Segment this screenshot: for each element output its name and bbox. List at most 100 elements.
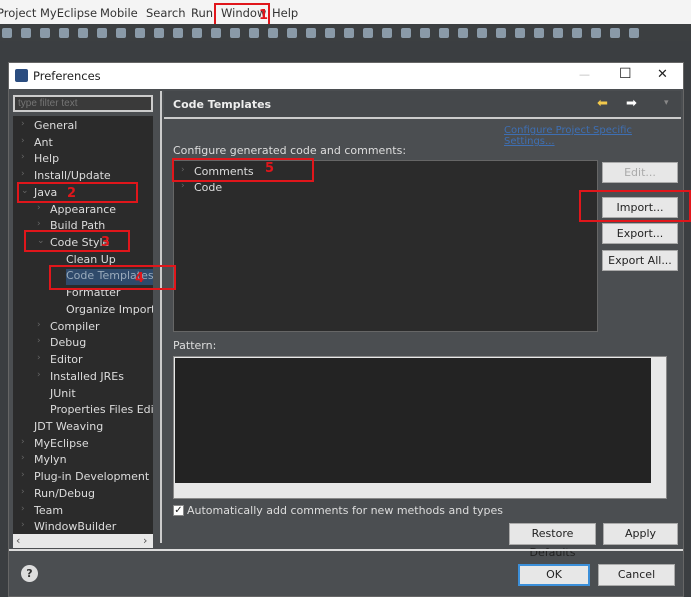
expand-icon[interactable]: › [21, 136, 25, 146]
toolbar-icon[interactable] [420, 27, 430, 38]
menu-myeclipse[interactable]: MyEclipse [40, 6, 97, 20]
edit-button[interactable]: Edit... [602, 162, 678, 183]
back-arrow-icon[interactable]: ⬅ [597, 96, 608, 111]
toolbar-icon[interactable] [173, 27, 183, 38]
toolbar-icon[interactable] [97, 27, 107, 38]
tree-item-properties-files-editor[interactable]: Properties Files Editor [50, 403, 153, 419]
expand-icon[interactable]: › [37, 370, 41, 380]
toolbar-icon[interactable] [116, 27, 126, 38]
pattern-viewer[interactable] [173, 356, 667, 499]
close-button[interactable]: ✕ [657, 67, 668, 82]
toolbar-icon[interactable] [515, 27, 525, 38]
menu-project[interactable]: Project [0, 6, 36, 20]
filter-input[interactable] [13, 95, 153, 112]
template-item-code[interactable]: › Code [181, 181, 222, 197]
tree-item-label: JDT Weaving [34, 419, 104, 433]
expand-icon[interactable]: › [21, 453, 25, 463]
expand-icon[interactable]: › [181, 181, 185, 191]
toolbar-icon[interactable] [230, 27, 240, 38]
scroll-right-icon[interactable]: › [143, 534, 147, 547]
tree-item-jdt-weaving[interactable]: JDT Weaving [34, 420, 103, 436]
tree-horizontal-scrollbar[interactable]: ‹ › [13, 534, 153, 548]
expand-icon[interactable]: › [21, 169, 25, 179]
toolbar-icon[interactable] [2, 27, 12, 38]
help-icon[interactable]: ? [21, 565, 38, 582]
expand-icon[interactable]: › [37, 219, 41, 229]
toolbar-icon[interactable] [591, 27, 601, 38]
tree-item-help[interactable]: › Help [21, 152, 59, 168]
expand-icon[interactable]: › [37, 203, 41, 213]
expand-icon[interactable]: › [37, 336, 41, 346]
ok-button[interactable]: OK [518, 564, 590, 586]
toolbar-icon[interactable] [572, 27, 582, 38]
toolbar-icon[interactable] [325, 27, 335, 38]
toolbar-icon[interactable] [534, 27, 544, 38]
view-menu-icon[interactable]: ▾ [664, 98, 669, 108]
expand-icon[interactable]: › [21, 437, 25, 447]
expand-icon[interactable]: › [21, 504, 25, 514]
expand-icon[interactable]: › [37, 320, 41, 330]
toolbar-icon[interactable] [154, 27, 164, 38]
tree-item-organize-imports[interactable]: Organize Imports [66, 303, 153, 319]
toolbar-icon[interactable] [192, 27, 202, 38]
restore-defaults-button[interactable]: Restore Defaults [509, 523, 596, 559]
export-button[interactable]: Export... [602, 223, 678, 244]
tree-item-mylyn[interactable]: › Mylyn [21, 453, 67, 469]
scroll-left-icon[interactable]: ‹ [16, 534, 20, 547]
toolbar-icon[interactable] [211, 27, 221, 38]
expand-icon[interactable]: › [21, 119, 25, 129]
toolbar-icon[interactable] [439, 27, 449, 38]
export-all-button[interactable]: Export All... [602, 250, 678, 271]
tree-item-compiler[interactable]: › Compiler [37, 320, 100, 336]
minimize-button[interactable]: — [579, 68, 590, 81]
tree-item-junit[interactable]: JUnit [50, 387, 76, 403]
tree-item-editor[interactable]: › Editor [37, 353, 83, 369]
tree-item-team[interactable]: › Team [21, 504, 63, 520]
maximize-button[interactable]: ☐ [619, 66, 632, 82]
toolbar-icon[interactable] [306, 27, 316, 38]
project-settings-link[interactable]: Configure Project Specific Settings... [504, 125, 683, 147]
auto-comments-checkbox[interactable]: ✓ [173, 505, 184, 516]
cancel-button[interactable]: Cancel [598, 564, 675, 586]
expand-icon[interactable]: › [37, 353, 41, 363]
tree-item-debug[interactable]: › Debug [37, 336, 86, 352]
menu-help[interactable]: Help [272, 6, 298, 20]
expand-icon[interactable]: › [21, 152, 25, 162]
sash[interactable] [160, 91, 162, 543]
toolbar-icon[interactable] [477, 27, 487, 38]
tree-item-plug-in-development[interactable]: › Plug-in Development [21, 470, 149, 486]
toolbar-icon[interactable] [78, 27, 88, 38]
toolbar-icon[interactable] [382, 27, 392, 38]
tree-item-myeclipse[interactable]: › MyEclipse [21, 437, 89, 453]
toolbar-icon[interactable] [458, 27, 468, 38]
toolbar-icon[interactable] [629, 27, 639, 38]
expand-icon[interactable]: › [21, 470, 25, 480]
toolbar-icon[interactable] [40, 27, 50, 38]
toolbar-icon[interactable] [249, 27, 259, 38]
forward-arrow-icon[interactable]: ➡ [626, 96, 637, 111]
toolbar-icon[interactable] [268, 27, 278, 38]
toolbar-icon[interactable] [135, 27, 145, 38]
tree-item-run-debug[interactable]: › Run/Debug [21, 487, 95, 503]
apply-button[interactable]: Apply [603, 523, 678, 545]
toolbar-icon[interactable] [287, 27, 297, 38]
menu-search[interactable]: Search [146, 6, 186, 20]
toolbar-icon[interactable] [21, 27, 31, 38]
tree-item-ant[interactable]: › Ant [21, 136, 53, 152]
toolbar-icon[interactable] [344, 27, 354, 38]
tree-item-general[interactable]: › General [21, 119, 77, 135]
toolbar-icon[interactable] [553, 27, 563, 38]
pattern-text-area[interactable] [175, 358, 651, 483]
toolbar-icon[interactable] [363, 27, 373, 38]
tree-item-appearance[interactable]: › Appearance [37, 203, 116, 219]
toolbar-icon[interactable] [496, 27, 506, 38]
toolbar-icon[interactable] [59, 27, 69, 38]
expand-icon[interactable]: › [21, 487, 25, 497]
tree-item-windowbuilder[interactable]: › WindowBuilder [21, 520, 116, 534]
menu-run[interactable]: Run [191, 6, 213, 20]
menu-mobile[interactable]: Mobile [100, 6, 138, 20]
tree-item-installed-jres[interactable]: › Installed JREs [37, 370, 124, 386]
toolbar-icon[interactable] [610, 27, 620, 38]
toolbar-icon[interactable] [401, 27, 411, 38]
expand-icon[interactable]: › [21, 520, 25, 530]
